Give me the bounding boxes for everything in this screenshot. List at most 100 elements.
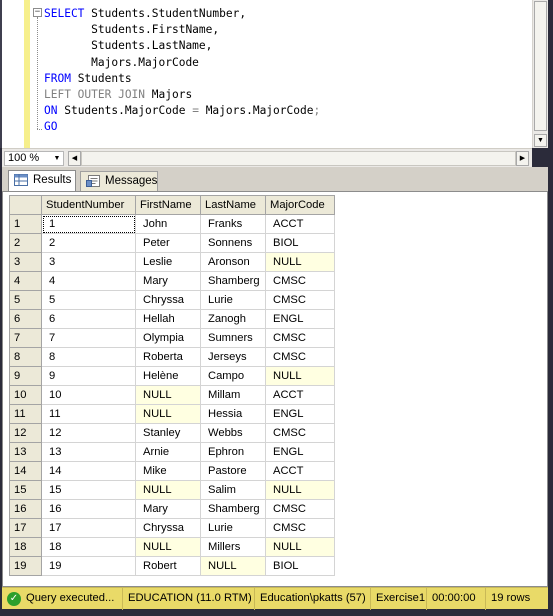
grid-cell[interactable]: Olympia: [135, 328, 201, 348]
grid-cell[interactable]: BIOL: [265, 233, 335, 253]
row-number[interactable]: 9: [9, 366, 42, 386]
grid-cell[interactable]: 6: [41, 309, 136, 329]
grid-cell[interactable]: CMSC: [265, 328, 335, 348]
code-line[interactable]: ON Students.MajorCode = Majors.MajorCode…: [44, 103, 320, 119]
table-row[interactable]: 11 11 NULL Hessia ENGL: [9, 404, 335, 424]
grid-cell[interactable]: CMSC: [265, 423, 335, 443]
grid-cell[interactable]: Salim: [200, 480, 266, 500]
grid-cell[interactable]: NULL: [265, 480, 335, 500]
row-number[interactable]: 4: [9, 271, 42, 291]
grid-cell[interactable]: 7: [41, 328, 136, 348]
grid-cell[interactable]: Arnie: [135, 442, 201, 462]
grid-cell[interactable]: ACCT: [265, 385, 335, 405]
grid-cell[interactable]: Helène: [135, 366, 201, 386]
grid-cell[interactable]: 15: [41, 480, 136, 500]
grid-cell[interactable]: Pastore: [200, 461, 266, 481]
row-number[interactable]: 10: [9, 385, 42, 405]
grid-cell[interactable]: 1: [41, 214, 136, 234]
row-number[interactable]: 1: [9, 214, 42, 234]
grid-cell[interactable]: John: [135, 214, 201, 234]
grid-cell[interactable]: 2: [41, 233, 136, 253]
grid-cell[interactable]: 4: [41, 271, 136, 291]
table-row[interactable]: 6 6 Hellah Zanogh ENGL: [9, 309, 335, 329]
grid-cell[interactable]: 8: [41, 347, 136, 367]
grid-cell[interactable]: Mary: [135, 499, 201, 519]
code-line[interactable]: GO: [44, 119, 320, 135]
grid-cell[interactable]: 19: [41, 556, 136, 576]
grid-cell[interactable]: Shamberg: [200, 499, 266, 519]
grid-cell[interactable]: NULL: [135, 537, 201, 557]
row-number[interactable]: 5: [9, 290, 42, 310]
row-number[interactable]: 16: [9, 499, 42, 519]
grid-cell[interactable]: Franks: [200, 214, 266, 234]
column-header[interactable]: LastName: [200, 195, 266, 215]
grid-cell[interactable]: Millam: [200, 385, 266, 405]
collapse-outline-icon[interactable]: −: [33, 8, 42, 17]
scroll-down-arrow-icon[interactable]: ▼: [534, 134, 547, 147]
table-row[interactable]: 9 9 Helène Campo NULL: [9, 366, 335, 386]
row-number[interactable]: 15: [9, 480, 42, 500]
table-row[interactable]: 16 16 Mary Shamberg CMSC: [9, 499, 335, 519]
scroll-thumb[interactable]: [534, 1, 547, 131]
row-number[interactable]: 19: [9, 556, 42, 576]
table-row[interactable]: 14 14 Mike Pastore ACCT: [9, 461, 335, 481]
grid-cell[interactable]: CMSC: [265, 499, 335, 519]
column-header[interactable]: FirstName: [135, 195, 201, 215]
grid-cell[interactable]: Ephron: [200, 442, 266, 462]
chevron-down-icon[interactable]: ▼: [52, 152, 62, 165]
grid-cell[interactable]: 10: [41, 385, 136, 405]
column-header[interactable]: MajorCode: [265, 195, 335, 215]
scroll-left-arrow-icon[interactable]: ◀: [68, 151, 81, 166]
grid-cell[interactable]: Chryssa: [135, 290, 201, 310]
grid-cell[interactable]: 3: [41, 252, 136, 272]
grid-cell[interactable]: BIOL: [265, 556, 335, 576]
row-number[interactable]: 7: [9, 328, 42, 348]
code-line[interactable]: Students.FirstName,: [44, 22, 320, 38]
sql-code[interactable]: SELECT Students.StudentNumber, Students.…: [44, 6, 320, 136]
grid-cell[interactable]: Hellah: [135, 309, 201, 329]
code-line[interactable]: FROM Students: [44, 71, 320, 87]
zoom-select[interactable]: 100 % ▼: [4, 151, 64, 166]
grid-cell[interactable]: Roberta: [135, 347, 201, 367]
grid-cell[interactable]: NULL: [200, 556, 266, 576]
row-number[interactable]: 18: [9, 537, 42, 557]
row-number[interactable]: 14: [9, 461, 42, 481]
code-line[interactable]: LEFT OUTER JOIN Majors: [44, 87, 320, 103]
grid-cell[interactable]: 18: [41, 537, 136, 557]
grid-cell[interactable]: Stanley: [135, 423, 201, 443]
horizontal-scrollbar[interactable]: [81, 151, 516, 166]
row-number[interactable]: 8: [9, 347, 42, 367]
grid-cell[interactable]: Lurie: [200, 518, 266, 538]
row-number[interactable]: 13: [9, 442, 42, 462]
grid-cell[interactable]: Chryssa: [135, 518, 201, 538]
grid-corner[interactable]: [9, 195, 42, 215]
grid-cell[interactable]: Campo: [200, 366, 266, 386]
grid-cell[interactable]: Millers: [200, 537, 266, 557]
grid-cell[interactable]: Mike: [135, 461, 201, 481]
table-row[interactable]: 8 8 Roberta Jerseys CMSC: [9, 347, 335, 367]
grid-cell[interactable]: ACCT: [265, 461, 335, 481]
grid-cell[interactable]: Sumners: [200, 328, 266, 348]
scroll-right-arrow-icon[interactable]: ▶: [516, 151, 529, 166]
table-row[interactable]: 3 3 Leslie Aronson NULL: [9, 252, 335, 272]
grid-cell[interactable]: Webbs: [200, 423, 266, 443]
grid-cell[interactable]: 9: [41, 366, 136, 386]
grid-cell[interactable]: NULL: [135, 480, 201, 500]
grid-cell[interactable]: Leslie: [135, 252, 201, 272]
grid-cell[interactable]: Shamberg: [200, 271, 266, 291]
table-row[interactable]: 15 15 NULL Salim NULL: [9, 480, 335, 500]
grid-cell[interactable]: CMSC: [265, 518, 335, 538]
row-number[interactable]: 2: [9, 233, 42, 253]
tab-messages[interactable]: Messages: [80, 171, 158, 191]
query-editor[interactable]: − SELECT Students.StudentNumber, Student…: [0, 0, 548, 148]
grid-cell[interactable]: NULL: [135, 385, 201, 405]
row-number[interactable]: 6: [9, 309, 42, 329]
table-row[interactable]: 19 19 Robert NULL BIOL: [9, 556, 335, 576]
grid-cell[interactable]: NULL: [265, 537, 335, 557]
table-row[interactable]: 2 2 Peter Sonnens BIOL: [9, 233, 335, 253]
grid-cell[interactable]: ENGL: [265, 309, 335, 329]
row-number[interactable]: 11: [9, 404, 42, 424]
grid-cell[interactable]: 17: [41, 518, 136, 538]
grid-cell[interactable]: Robert: [135, 556, 201, 576]
grid-cell[interactable]: 16: [41, 499, 136, 519]
